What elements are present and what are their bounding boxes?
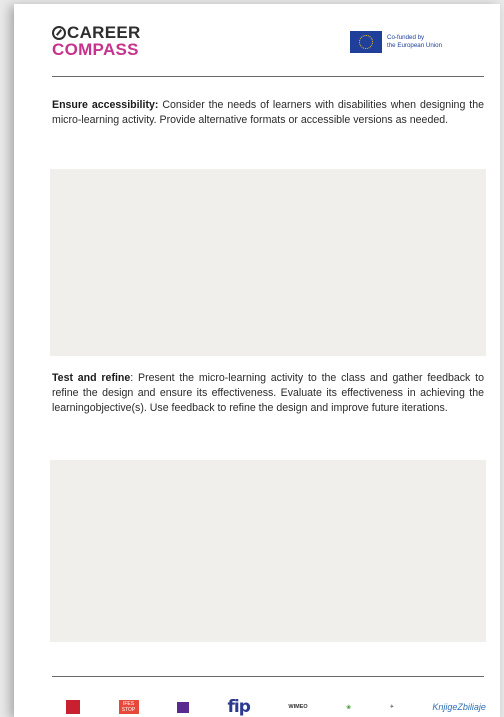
partner-logo-4: fip <box>227 697 251 717</box>
eu-text-line2: the European Union <box>387 42 443 49</box>
eu-text-line1: Co-funded by <box>387 34 425 41</box>
partner-logo-6: ❀ <box>346 704 352 711</box>
eu-cofunded-logo: Co-funded by the European Union <box>350 31 442 53</box>
logo-word-career: CAREER <box>67 23 141 42</box>
partner-logo-2: IFES STOP <box>118 700 139 714</box>
compass-icon <box>52 25 66 40</box>
footer-divider <box>52 676 484 677</box>
section-heading: Test and refine <box>52 372 131 384</box>
content-placeholder-box <box>50 169 486 356</box>
logo-word-compass: COMPASS <box>52 40 139 59</box>
content-placeholder-box <box>50 460 486 642</box>
partner-logo-7: ✈ <box>389 704 394 710</box>
career-compass-logo: CAREER COMPASS <box>52 24 141 58</box>
document-page: CAREER COMPASS Co-funded by the European… <box>14 4 500 717</box>
partner-logo-1 <box>66 700 80 714</box>
partner-logo-5: WIMEO <box>288 704 308 710</box>
section-accessibility: Ensure accessibility: Consider the needs… <box>52 98 484 128</box>
partner-logo-3 <box>177 701 189 713</box>
partner-logo-8: KnjigeZbiliaje <box>432 702 486 712</box>
partner-logos: IFES STOP fip WIMEO ❀ ✈ KnjigeZbiliaje <box>66 697 486 717</box>
section-heading: Ensure accessibility: <box>52 99 159 111</box>
section-test-refine: Test and refine: Present the micro-learn… <box>52 371 484 416</box>
eu-flag-icon <box>350 31 382 53</box>
header-divider <box>52 76 484 77</box>
